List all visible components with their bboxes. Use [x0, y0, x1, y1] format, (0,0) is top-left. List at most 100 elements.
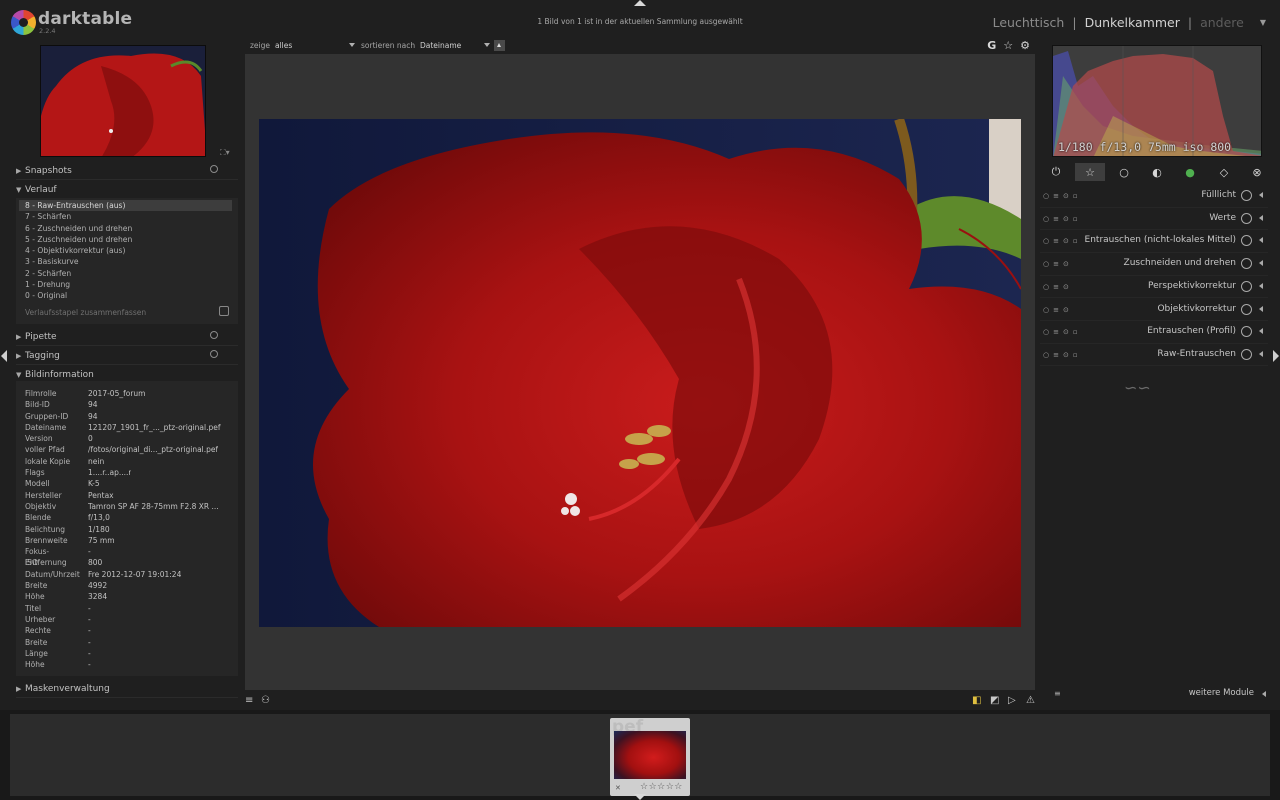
overexposure-icon[interactable]: ◧ [972, 695, 981, 706]
multi-instance-icon[interactable]: ≡ [1053, 260, 1059, 268]
section-tagging[interactable]: ▶ Tagging [16, 347, 238, 364]
history-item[interactable]: 6 - Zuschneiden und drehen [16, 223, 238, 234]
collapse-filmstrip-arrow-icon[interactable] [634, 794, 646, 800]
multi-instance-icon[interactable]: ≡ [1053, 237, 1059, 245]
power-toggle-icon[interactable]: ○ [1043, 192, 1049, 200]
expand-module-arrow-icon[interactable] [1259, 260, 1263, 267]
history-item[interactable]: 3 - Basiskurve [16, 256, 238, 267]
rating-stars[interactable]: ☆☆☆☆☆ [640, 782, 683, 792]
reject-icon[interactable]: ✕ [615, 784, 621, 792]
view-other-dropdown-icon[interactable]: ▼ [1260, 18, 1266, 27]
power-toggle-icon[interactable]: ○ [1043, 328, 1049, 336]
reset-icon[interactable]: ⊙ [1063, 328, 1069, 336]
presets-icon[interactable]: ▫ [1073, 192, 1078, 200]
warning-icon[interactable]: ⚠ [1026, 695, 1035, 706]
create-style-icon[interactable] [219, 306, 229, 316]
section-history[interactable]: ▼ Verlauf [16, 181, 238, 198]
power-toggle-icon[interactable]: ○ [1043, 351, 1049, 359]
sort-dropdown[interactable]: Dateiname [420, 41, 461, 50]
expand-module-arrow-icon[interactable] [1259, 237, 1263, 244]
zoom-fit-dropdown-icon[interactable]: ⛶▾ [220, 148, 230, 158]
view-other[interactable]: andere [1200, 15, 1244, 30]
view-lighttable[interactable]: Leuchttisch [993, 15, 1065, 30]
history-item[interactable]: 7 - Schärfen [16, 211, 238, 222]
reset-icon[interactable]: ⊙ [1063, 351, 1069, 359]
navigation-thumbnail[interactable] [40, 45, 206, 157]
compress-history-button[interactable]: Verlaufsstapel zusammenfassen [25, 308, 146, 317]
section-color-picker[interactable]: ▶ Pipette [16, 328, 238, 345]
favourites-star-icon[interactable]: ☆ [1075, 163, 1105, 181]
module-header[interactable]: ○ ≡ ⊙ Zuschneiden und drehen [1040, 253, 1268, 276]
more-modules-menu-icon[interactable]: ≡ [1054, 689, 1061, 698]
gear-icon[interactable]: ⚙ [1020, 39, 1030, 52]
module-header[interactable]: ○ ≡ ⊙ ▫ Entrauschen (Profil) [1040, 321, 1268, 344]
menu-icon[interactable]: ≡ [245, 695, 253, 706]
basic-group-circle-icon[interactable]: ○ [1109, 163, 1139, 181]
effects-group-icon[interactable]: ⊗ [1242, 163, 1272, 181]
reset-icon[interactable]: ⊙ [1063, 215, 1069, 223]
expand-module-arrow-icon[interactable] [1259, 305, 1263, 312]
view-darkroom[interactable]: Dunkelkammer [1085, 15, 1180, 30]
collapse-right-panel-arrow-icon[interactable] [1273, 350, 1279, 362]
more-modules-button[interactable]: weitere Module [1189, 688, 1254, 698]
dropdown-arrow-icon[interactable] [349, 43, 355, 47]
multi-instance-icon[interactable]: ≡ [1053, 351, 1059, 359]
module-header[interactable]: ○ ≡ ⊙ Objektivkorrektur [1040, 299, 1268, 322]
dropdown-arrow-icon[interactable] [484, 43, 490, 47]
reset-icon[interactable]: ⊙ [1063, 260, 1069, 268]
reset-icon[interactable]: ⊙ [1063, 283, 1069, 291]
presets-icon[interactable]: ▫ [1073, 351, 1078, 359]
presets-icon[interactable] [210, 350, 218, 358]
expand-module-arrow-icon[interactable] [1259, 328, 1263, 335]
star-icon[interactable]: ☆ [1003, 39, 1013, 52]
tone-group-icon[interactable]: ◐ [1142, 163, 1172, 181]
module-header[interactable]: ○ ≡ ⊙ ▫ Entrauschen (nicht-lokales Mittel) [1040, 230, 1268, 253]
history-item[interactable]: 1 - Drehung [16, 279, 238, 290]
presets-icon[interactable]: ▫ [1073, 215, 1078, 223]
correction-group-icon[interactable]: ◇ [1209, 163, 1239, 181]
history-item[interactable]: 0 - Original [16, 290, 238, 301]
sort-order-button[interactable] [494, 40, 505, 51]
presets-icon[interactable]: ▫ [1073, 328, 1078, 336]
module-header[interactable]: ○ ≡ ⊙ Perspektivkorrektur [1040, 276, 1268, 299]
active-modules-power-icon[interactable]: ⏻ [1041, 163, 1071, 181]
expand-module-arrow-icon[interactable] [1259, 214, 1263, 221]
expand-module-arrow-icon[interactable] [1259, 350, 1263, 357]
reset-icon[interactable]: ⊙ [1063, 192, 1069, 200]
history-item[interactable]: 4 - Objektivkorrektur (aus) [16, 245, 238, 256]
power-toggle-icon[interactable]: ○ [1043, 215, 1049, 223]
multi-instance-icon[interactable]: ≡ [1053, 215, 1059, 223]
histogram[interactable]: 1/180 f/13,0 75mm iso 800 [1052, 45, 1262, 157]
section-snapshots[interactable]: ▶ Snapshots [16, 162, 238, 179]
expand-module-arrow-icon[interactable] [1259, 282, 1263, 289]
main-image[interactable] [259, 119, 1021, 627]
power-toggle-icon[interactable]: ○ [1043, 237, 1049, 245]
gamut-check-icon[interactable]: ▷ [1008, 695, 1016, 706]
section-mask-manager[interactable]: ▶ Maskenverwaltung [16, 680, 238, 697]
presets-icon[interactable] [210, 165, 218, 173]
power-toggle-icon[interactable]: ○ [1043, 306, 1049, 314]
show-filter-dropdown[interactable]: alles [275, 41, 292, 50]
multi-instance-icon[interactable]: ≡ [1053, 192, 1059, 200]
multi-instance-icon[interactable]: ≡ [1053, 283, 1059, 291]
module-header[interactable]: ○ ≡ ⊙ ▫ Fülllicht [1040, 185, 1268, 208]
presets-icon[interactable] [210, 331, 218, 339]
reset-icon[interactable]: ⊙ [1063, 237, 1069, 245]
power-toggle-icon[interactable]: ○ [1043, 260, 1049, 268]
filmstrip-thumbnail[interactable]: pef ✕ ☆☆☆☆☆ [610, 717, 690, 796]
more-modules-arrow-icon[interactable] [1262, 691, 1266, 697]
multi-instance-icon[interactable]: ≡ [1053, 306, 1059, 314]
softproof-icon[interactable]: ◩ [990, 695, 999, 706]
color-group-icon[interactable]: ● [1175, 163, 1205, 181]
styles-icon[interactable]: ⚇ [261, 695, 270, 706]
history-item[interactable]: 5 - Zuschneiden und drehen [16, 234, 238, 245]
presets-icon[interactable]: ▫ [1073, 237, 1078, 245]
multi-instance-icon[interactable]: ≡ [1053, 328, 1059, 336]
expand-module-arrow-icon[interactable] [1259, 192, 1263, 198]
collapse-left-panel-arrow-icon[interactable] [1, 350, 7, 362]
history-item[interactable]: 8 - Raw-Entrauschen (aus) [19, 200, 232, 212]
power-toggle-icon[interactable]: ○ [1043, 283, 1049, 291]
reset-icon[interactable]: ⊙ [1063, 306, 1069, 314]
module-header[interactable]: ○ ≡ ⊙ ▫ Werte [1040, 208, 1268, 231]
filmstrip-area[interactable]: pef ✕ ☆☆☆☆☆ [10, 714, 1270, 796]
